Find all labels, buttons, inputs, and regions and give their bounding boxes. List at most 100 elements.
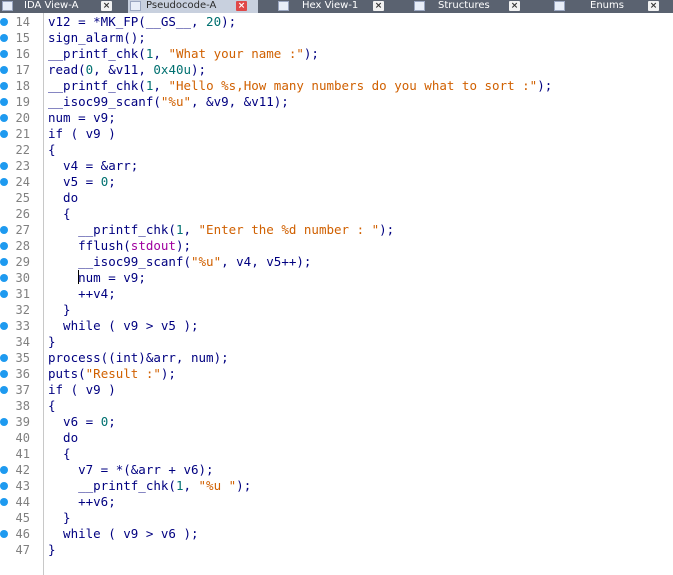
code-text[interactable]: } <box>48 334 56 350</box>
code-text[interactable]: while ( v9 > v6 ); <box>48 526 198 542</box>
breakpoint-icon[interactable] <box>0 114 8 122</box>
code-text[interactable]: __printf_chk(1, "Enter the %d number : "… <box>48 222 394 238</box>
code-line[interactable]: 19 __isoc99_scanf("%u", &v9, &v11); <box>0 94 673 110</box>
code-line[interactable]: 45 } <box>0 510 673 526</box>
code-line[interactable]: 41 { <box>0 446 673 462</box>
breakpoint-icon[interactable] <box>0 386 8 394</box>
code-line[interactable]: 40 do <box>0 430 673 446</box>
close-icon[interactable]: × <box>236 1 247 11</box>
code-text[interactable]: { <box>48 206 71 222</box>
code-line[interactable]: 42 v7 = *(&arr + v6); <box>0 462 673 478</box>
close-icon[interactable]: × <box>101 1 112 11</box>
code-text[interactable]: } <box>48 542 56 558</box>
code-text[interactable]: v12 = *MK_FP(__GS__, 20); <box>48 14 236 30</box>
code-text[interactable]: ++v6; <box>48 494 116 510</box>
code-text[interactable]: __printf_chk(1, "Hello %s,How many numbe… <box>48 78 552 94</box>
code-text[interactable]: { <box>48 446 71 462</box>
code-line[interactable]: 47} <box>0 542 673 558</box>
code-line[interactable]: 38 { <box>0 398 673 414</box>
breakpoint-icon[interactable] <box>0 82 8 90</box>
code-text[interactable]: v7 = *(&arr + v6); <box>48 462 213 478</box>
code-text[interactable]: num = v9; <box>48 270 146 286</box>
code-text[interactable]: fflush(stdout); <box>48 238 191 254</box>
code-text[interactable]: do <box>48 430 78 446</box>
code-line[interactable]: 32 } <box>0 302 673 318</box>
code-line[interactable]: 18 __printf_chk(1, "Hello %s,How many num… <box>0 78 673 94</box>
code-text[interactable]: v6 = 0; <box>48 414 116 430</box>
code-text[interactable]: __isoc99_scanf("%u", v4, v5++); <box>48 254 311 270</box>
code-text[interactable]: __printf_chk(1, "%u "); <box>48 478 251 494</box>
breakpoint-icon[interactable] <box>0 178 8 186</box>
tab-enums[interactable]: Enums × <box>548 0 673 13</box>
breakpoint-icon[interactable] <box>0 482 8 490</box>
code-line[interactable]: 46 while ( v9 > v6 ); <box>0 526 673 542</box>
breakpoint-icon[interactable] <box>0 162 8 170</box>
code-text[interactable]: num = v9; <box>48 110 116 126</box>
breakpoint-icon[interactable] <box>0 322 8 330</box>
breakpoint-icon[interactable] <box>0 226 8 234</box>
pseudocode-editor[interactable]: 14 v12 = *MK_FP(__GS__, 20); 15 sign_alarm(… <box>0 13 673 575</box>
breakpoint-icon[interactable] <box>0 274 8 282</box>
code-line[interactable]: 16 __printf_chk(1, "What your name :"); <box>0 46 673 62</box>
code-text[interactable]: read(0, &v11, 0x40u); <box>48 62 206 78</box>
code-line[interactable]: 28 fflush(stdout); <box>0 238 673 254</box>
code-line[interactable]: 29 __isoc99_scanf("%u", v4, v5++); <box>0 254 673 270</box>
breakpoint-icon[interactable] <box>0 130 8 138</box>
code-line[interactable]: 33 while ( v9 > v5 ); <box>0 318 673 334</box>
code-line[interactable]: 14 v12 = *MK_FP(__GS__, 20); <box>0 14 673 30</box>
breakpoint-icon[interactable] <box>0 466 8 474</box>
code-line[interactable]: 15 sign_alarm(); <box>0 30 673 46</box>
code-text[interactable]: { <box>48 142 56 158</box>
code-line[interactable]: 30 num = v9; <box>0 270 673 286</box>
code-line[interactable]: 20 num = v9; <box>0 110 673 126</box>
breakpoint-icon[interactable] <box>0 290 8 298</box>
code-line[interactable]: 36 puts("Result :"); <box>0 366 673 382</box>
code-line[interactable]: 17 read(0, &v11, 0x40u); <box>0 62 673 78</box>
breakpoint-icon[interactable] <box>0 530 8 538</box>
code-line[interactable]: 21 if ( v9 ) <box>0 126 673 142</box>
tab-hex-view-1[interactable]: Hex View-1 × <box>272 0 397 13</box>
breakpoint-icon[interactable] <box>0 34 8 42</box>
code-line[interactable]: 26 { <box>0 206 673 222</box>
breakpoint-icon[interactable] <box>0 418 8 426</box>
breakpoint-icon[interactable] <box>0 98 8 106</box>
code-text[interactable]: ++v4; <box>48 286 116 302</box>
code-line[interactable]: 44 ++v6; <box>0 494 673 510</box>
breakpoint-icon[interactable] <box>0 370 8 378</box>
code-text[interactable]: if ( v9 ) <box>48 126 116 142</box>
code-text[interactable]: process((int)&arr, num); <box>48 350 229 366</box>
breakpoint-icon[interactable] <box>0 258 8 266</box>
code-line[interactable]: 37 if ( v9 ) <box>0 382 673 398</box>
code-text[interactable]: } <box>48 510 71 526</box>
code-text[interactable]: __isoc99_scanf("%u", &v9, &v11); <box>48 94 289 110</box>
code-line[interactable]: 27 __printf_chk(1, "Enter the %d number … <box>0 222 673 238</box>
tab-structures[interactable]: Structures × <box>408 0 538 13</box>
close-icon[interactable]: × <box>509 1 520 11</box>
code-line[interactable]: 22 { <box>0 142 673 158</box>
breakpoint-icon[interactable] <box>0 354 8 362</box>
code-text[interactable]: v5 = 0; <box>48 174 116 190</box>
breakpoint-icon[interactable] <box>0 498 8 506</box>
code-text[interactable]: { <box>48 398 56 414</box>
code-line[interactable]: 43 __printf_chk(1, "%u "); <box>0 478 673 494</box>
close-icon[interactable]: × <box>648 1 659 11</box>
code-line[interactable]: 25 do <box>0 190 673 206</box>
breakpoint-icon[interactable] <box>0 50 8 58</box>
code-line[interactable]: 34} <box>0 334 673 350</box>
code-line[interactable]: 39 v6 = 0; <box>0 414 673 430</box>
breakpoint-icon[interactable] <box>0 18 8 26</box>
code-line[interactable]: 24 v5 = 0; <box>0 174 673 190</box>
code-line[interactable]: 23 v4 = &arr; <box>0 158 673 174</box>
tab-pseudocode-a[interactable]: Pseudocode-A × <box>128 0 258 13</box>
breakpoint-icon[interactable] <box>0 242 8 250</box>
tab-ida-view-a[interactable]: IDA View-A × <box>0 0 128 13</box>
code-text[interactable]: while ( v9 > v5 ); <box>48 318 198 334</box>
code-text[interactable]: do <box>48 190 78 206</box>
breakpoint-icon[interactable] <box>0 66 8 74</box>
code-text[interactable]: sign_alarm(); <box>48 30 146 46</box>
close-icon[interactable]: × <box>373 1 384 11</box>
code-text[interactable]: __printf_chk(1, "What your name :"); <box>48 46 319 62</box>
code-text[interactable]: } <box>48 302 71 318</box>
code-text[interactable]: if ( v9 ) <box>48 382 116 398</box>
code-text[interactable]: puts("Result :"); <box>48 366 176 382</box>
